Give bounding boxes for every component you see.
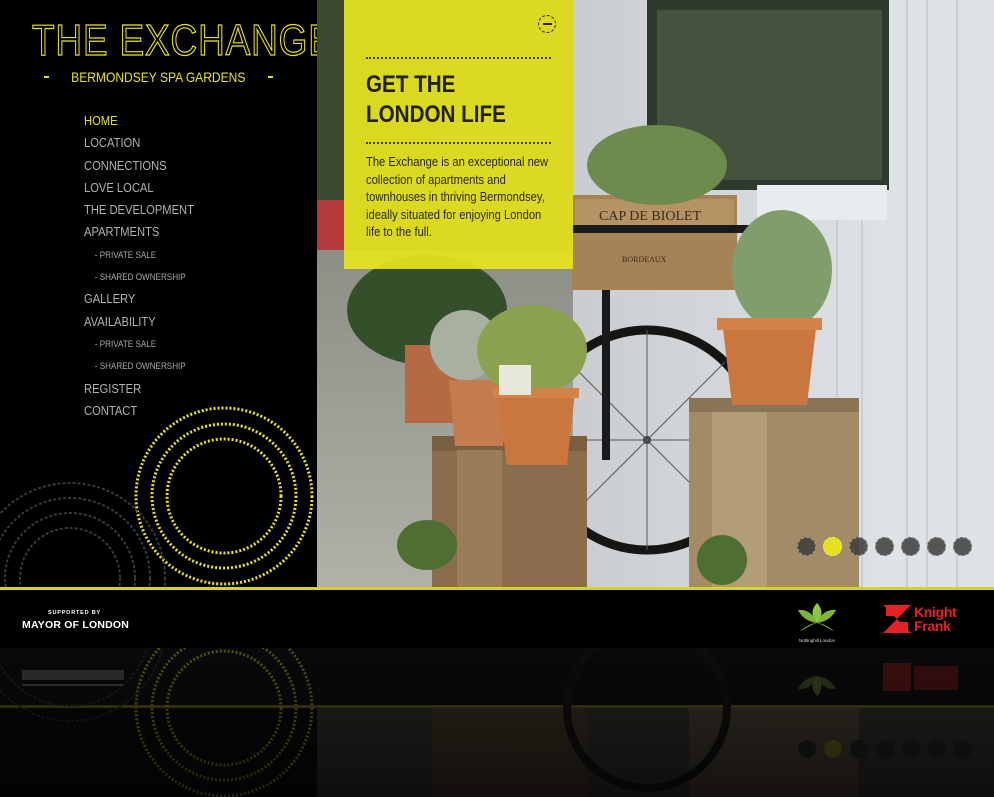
nav-subitem-private-sale[interactable]: - PRIVATE SALE [84, 244, 199, 266]
callout-dotted-rule-bottom [366, 142, 551, 144]
callout-heading-line-2: LONDON LIFE [366, 101, 506, 128]
slideshow-pager [797, 537, 972, 556]
site-logo-subtitle: BERMONDSEY SPA GARDENS [44, 69, 274, 85]
knight-frank-mark-icon [883, 605, 911, 633]
reflection-content [0, 648, 994, 797]
collapse-callout-button[interactable] [538, 15, 556, 33]
knight-frank-line-2: Frank [914, 618, 951, 634]
nav-item-availability[interactable]: AVAILABILITY [84, 311, 194, 333]
callout-body: The Exchange is an exceptional new colle… [366, 154, 549, 239]
knight-frank-logo[interactable]: Knight Frank [883, 605, 957, 633]
slide-dot-4[interactable] [875, 537, 894, 556]
nav-item-connections[interactable]: CONNECTIONS [84, 155, 194, 177]
knight-frank-line-1: Knight [914, 604, 957, 620]
nav-item-gallery[interactable]: GALLERY [84, 288, 194, 310]
minus-circle-icon [542, 23, 552, 25]
reflection-graphic [0, 648, 994, 797]
slide-dot-3[interactable] [849, 537, 868, 556]
decorative-circles [0, 406, 314, 587]
nottinghill-caption: Nottinghill London [798, 638, 836, 643]
nav-item-the-development[interactable]: THE DEVELOPMENT [84, 199, 194, 221]
nav-item-location[interactable]: LOCATION [84, 132, 194, 154]
knight-frank-text: Knight Frank [914, 605, 957, 633]
nav-item-register[interactable]: REGISTER [84, 378, 194, 400]
crate-label-text: CAP DE BIOLET [599, 209, 702, 224]
callout-heading-line-1: GET THE [366, 71, 456, 98]
supported-by-text: SUPPORTED BY [48, 610, 101, 616]
nav-subitem-private-sale[interactable]: - PRIVATE SALE [84, 333, 199, 355]
nav-item-apartments[interactable]: APARTMENTS [84, 221, 194, 243]
crate-label-text-2: BORDEAUX [622, 255, 667, 264]
slide-dot-7[interactable] [953, 537, 972, 556]
subtitle-rule-left [44, 76, 50, 78]
site-logo-title[interactable]: THE EXCHANGE [31, 15, 317, 66]
nottinghill-logo[interactable]: Nottinghill London [793, 600, 841, 643]
callout-dotted-rule-top [366, 57, 551, 59]
slide-dot-1[interactable] [797, 537, 816, 556]
hero-callout: GET THE LONDON LIFE The Exchange is an e… [344, 0, 573, 269]
slide-dot-6[interactable] [927, 537, 946, 556]
subtitle-text: BERMONDSEY SPA GARDENS [71, 69, 246, 85]
subtitle-rule-right [267, 76, 274, 78]
leaf-icon [798, 603, 836, 631]
sidebar: THE EXCHANGE BERMONDSEY SPA GARDENS HOME… [0, 0, 317, 587]
nav-item-home[interactable]: HOME [84, 110, 194, 132]
nav-subitem-shared-ownership[interactable]: - SHARED OWNERSHIP [84, 266, 199, 288]
callout-heading: GET THE LONDON LIFE [366, 70, 506, 130]
mayor-of-london-logo[interactable]: SUPPORTED BY MAYOR OF LONDON [22, 610, 129, 631]
nav-item-love-local[interactable]: LOVE LOCAL [84, 177, 194, 199]
page-reflection [0, 648, 994, 797]
slide-dot-2[interactable] [823, 537, 842, 556]
mayor-of-london-text: MAYOR OF LONDON [22, 619, 130, 631]
nav-subitem-shared-ownership[interactable]: - SHARED OWNERSHIP [84, 355, 199, 377]
slide-dot-5[interactable] [901, 537, 920, 556]
main-navigation: HOME LOCATION CONNECTIONS LOVE LOCAL THE DEV… [84, 110, 212, 422]
footer: SUPPORTED BY MAYOR OF LONDON Nottinghill… [0, 590, 994, 648]
